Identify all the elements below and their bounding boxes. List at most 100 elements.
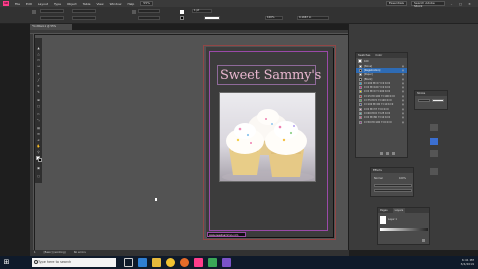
line-tool-icon[interactable]: ╱: [36, 78, 41, 82]
tab-layers[interactable]: Layers: [392, 208, 406, 213]
footer-url-frame[interactable]: www.sweetsammys.com: [207, 232, 246, 237]
maximize-icon[interactable]: □: [458, 2, 463, 6]
menu-help[interactable]: Help: [127, 2, 134, 6]
effects-opacity[interactable]: 100%: [399, 177, 406, 180]
cmyk-mode-icon: ▦: [401, 103, 404, 107]
effects-object-row[interactable]: [374, 184, 412, 187]
menu-object[interactable]: Object: [67, 2, 77, 6]
gap-tool-icon[interactable]: ↔: [36, 64, 41, 68]
system-tray[interactable]: 6:41 PM 3/4/2019: [461, 258, 474, 266]
links-panel-icon[interactable]: [430, 138, 438, 145]
stroke-weight-field[interactable]: 1 pt: [192, 9, 212, 13]
tint-value[interactable]: 100: [364, 60, 369, 63]
rotate-field[interactable]: [138, 9, 160, 13]
minimize-icon[interactable]: –: [449, 2, 454, 6]
x-field[interactable]: [40, 9, 64, 13]
swatch-color-chip: [359, 77, 362, 81]
swatch-folder-icon[interactable]: [380, 152, 383, 155]
tools-panel: ▲ △ ▭ ↔ T ╱ ✒ ✎ ⊠ □ ✂ ⤡ ▤ ✉ ⌀ ✋ ⚲ ▣ ▢: [35, 38, 42, 183]
vertical-ruler[interactable]: [30, 34, 34, 250]
app-icon-8[interactable]: [222, 258, 231, 267]
task-view-icon[interactable]: [124, 258, 133, 267]
workspace-switcher[interactable]: Essentials: [385, 1, 407, 6]
width-field[interactable]: [72, 9, 96, 13]
pencil-tool-icon[interactable]: ✎: [36, 90, 41, 94]
reference-point-icon[interactable]: [32, 10, 36, 14]
rectangle-tool-icon[interactable]: □: [36, 104, 41, 108]
menu-layout[interactable]: Layout: [38, 2, 48, 6]
firefox-icon[interactable]: [180, 258, 189, 267]
page-tool-icon[interactable]: ▭: [36, 58, 41, 62]
swatches-panel-icon[interactable]: [430, 168, 438, 175]
tab-color[interactable]: Color: [375, 53, 382, 58]
cmyk-mode-icon: ▦: [401, 73, 404, 77]
note-tool-icon[interactable]: ✉: [36, 132, 41, 136]
app-icon-7[interactable]: [208, 258, 217, 267]
stroke-color-icon[interactable]: [38, 158, 42, 162]
taskbar-search-box[interactable]: Type here to search: [32, 258, 116, 267]
direct-selection-tool-icon[interactable]: △: [36, 52, 41, 56]
cmyk-mode-icon: ▦: [401, 120, 404, 124]
file-explorer-icon[interactable]: [152, 258, 161, 267]
page-thumbnail[interactable]: [380, 216, 386, 224]
pages-panel-icon[interactable]: [430, 124, 438, 131]
cmyk-mode-icon: ▦: [401, 81, 404, 85]
menu-window[interactable]: Window: [110, 2, 122, 6]
fill-stroke-icon[interactable]: [358, 59, 362, 63]
app-bar-right: Essentials Search Adobe Stock – □ ✕: [385, 1, 472, 8]
stock-search-input[interactable]: Search Adobe Stock: [411, 1, 445, 8]
tab-swatches[interactable]: Swatches: [358, 53, 370, 58]
pen-tool-icon[interactable]: ✒: [36, 84, 41, 88]
horizontal-ruler[interactable]: [30, 30, 348, 34]
zoom-tool-icon[interactable]: ⚲: [36, 150, 41, 154]
indesign-taskbar-icon[interactable]: [194, 258, 203, 267]
new-swatch-icon[interactable]: [386, 152, 389, 155]
menu-file[interactable]: File: [15, 2, 20, 6]
swatch-item[interactable]: C=50 M=100 Y=0 K=0 ▦: [356, 120, 407, 124]
dimension-field[interactable]: 0.1667 in: [297, 16, 329, 20]
free-transform-tool-icon[interactable]: ⤡: [36, 118, 41, 122]
edge-icon[interactable]: [138, 258, 147, 267]
swatch-color-chip: [359, 94, 362, 98]
hand-tool-icon[interactable]: ✋: [36, 144, 41, 148]
cupcakes-photo[interactable]: [219, 92, 316, 182]
zoom-level[interactable]: 55%: [140, 1, 153, 6]
menu-edit[interactable]: Edit: [26, 2, 32, 6]
windows-start-icon[interactable]: ⊞: [3, 259, 10, 266]
stroke-swatch-icon[interactable]: [180, 16, 184, 20]
height-field[interactable]: [72, 16, 96, 20]
formatting-affects-container-icon[interactable]: ▣: [36, 166, 41, 170]
delete-swatch-icon[interactable]: [392, 152, 395, 155]
rotate-icon[interactable]: [132, 10, 136, 14]
tab-pages[interactable]: Pages: [380, 208, 388, 213]
close-icon[interactable]: ✕: [467, 2, 472, 6]
delete-layer-icon[interactable]: [422, 239, 425, 242]
layer-name[interactable]: Layer 1: [388, 218, 397, 221]
menu-type[interactable]: Type: [54, 2, 61, 6]
opacity-field[interactable]: 100%: [265, 16, 283, 20]
chrome-icon[interactable]: [166, 258, 175, 267]
screen-mode-icon[interactable]: ▢: [36, 174, 41, 178]
rectangle-frame-tool-icon[interactable]: ⊠: [36, 98, 41, 102]
selection-tool-icon[interactable]: ▲: [36, 46, 41, 50]
cmyk-mode-icon: ▦: [401, 111, 404, 115]
menu-table[interactable]: Table: [83, 2, 91, 6]
effects-fill-row[interactable]: [374, 189, 412, 192]
swatch-list: [None] ▦ [Registration] ▦ [Paper] ▦ [Black] ▦ C=…: [356, 64, 407, 124]
shear-field[interactable]: [138, 16, 160, 20]
blend-mode[interactable]: Normal: [374, 177, 383, 180]
stroke-panel-icon[interactable]: [430, 150, 438, 157]
fill-swatch-icon[interactable]: [180, 10, 184, 14]
title-text-frame[interactable]: Sweet Sammy's: [217, 65, 321, 85]
swatch-color-chip: [359, 116, 362, 120]
gradient-tool-icon[interactable]: ▤: [36, 126, 41, 130]
cmyk-mode-icon: ▦: [401, 68, 404, 72]
swatch-name: C=75 M=5 Y=100 K=0: [364, 99, 392, 103]
menu-view[interactable]: View: [96, 2, 103, 6]
type-tool-icon[interactable]: T: [36, 72, 41, 76]
scissors-tool-icon[interactable]: ✂: [36, 112, 41, 116]
y-field[interactable]: [40, 16, 64, 20]
eyedropper-tool-icon[interactable]: ⌀: [36, 138, 41, 142]
stroke-type-field[interactable]: [204, 16, 220, 20]
swatch-name: [Registration]: [364, 68, 381, 72]
